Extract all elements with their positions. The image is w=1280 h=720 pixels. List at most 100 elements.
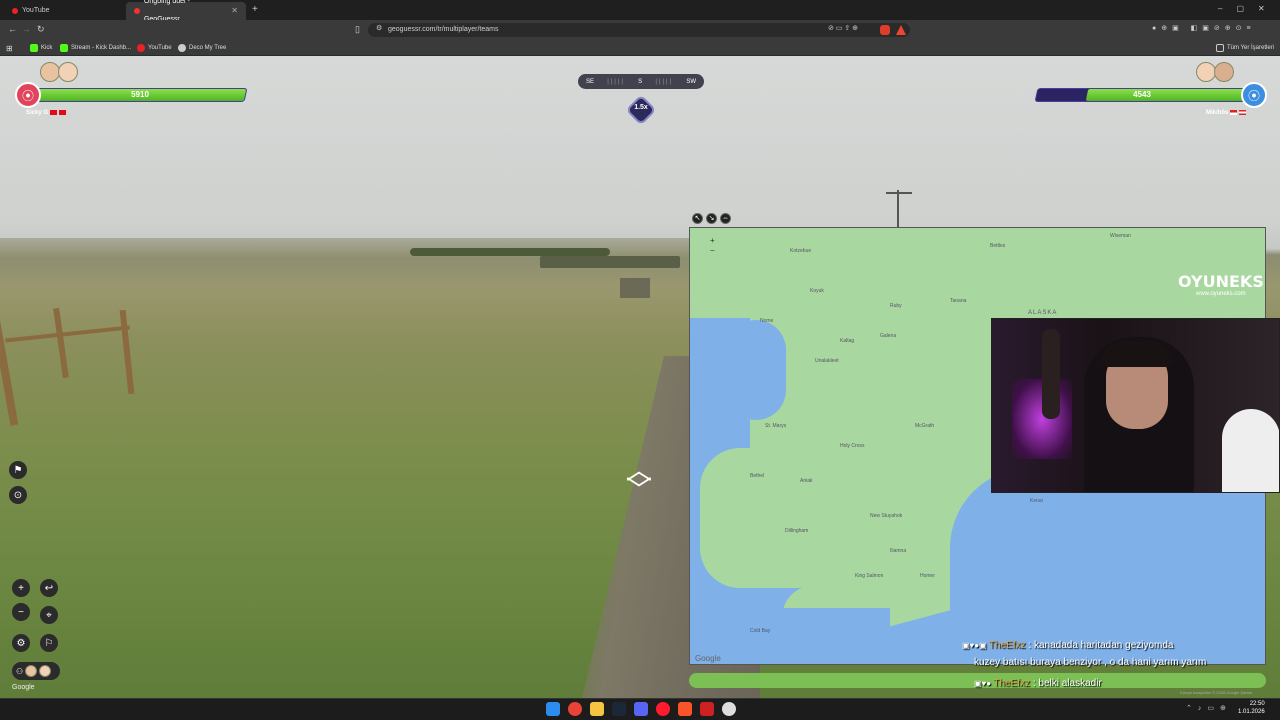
distant-buildings (540, 256, 680, 268)
brave-shield-icon[interactable] (880, 25, 890, 35)
map-label: Nome (760, 318, 774, 324)
map-zoom-out[interactable]: − (710, 246, 715, 255)
map-label: Kotzebue (790, 248, 812, 254)
bookmark-label: Tüm Yer İşaretleri (1227, 45, 1275, 51)
turkey-flag-icon (50, 110, 58, 115)
map-label: Bethel (750, 473, 765, 479)
site-info-icon[interactable]: ⚙ (376, 24, 382, 32)
extension-toolbar-icons[interactable]: ●⊕▣ ◧▣⊘⊕⊙≡ (1152, 24, 1256, 32)
bookmark-youtube[interactable]: YouTube (137, 42, 172, 54)
team-name: Sicky G (26, 110, 49, 117)
reload-icon[interactable]: ↻ (37, 24, 45, 35)
chat-text: : belki alaskadir (1030, 678, 1102, 689)
opera-icon[interactable] (656, 702, 670, 716)
streamer-hair (1102, 341, 1172, 367)
discord-icon[interactable] (634, 702, 648, 716)
steam-icon[interactable] (612, 702, 626, 716)
map-expand-icon[interactable]: ↘ (706, 213, 717, 224)
compass: SE ||||| S ||||| SW (578, 74, 704, 89)
bookmark-icon[interactable]: ▯ (355, 24, 360, 35)
team-left-name: Sicky G (26, 110, 67, 117)
windows-start-icon[interactable] (546, 702, 560, 716)
app-icon[interactable] (722, 702, 736, 716)
map-label: New Stuyahok (870, 513, 903, 519)
back-icon[interactable]: ← (8, 24, 17, 34)
team-right-score: 4543 (1133, 90, 1151, 99)
kick-icon (30, 44, 38, 52)
avatar (1214, 62, 1234, 82)
clock[interactable]: 22:50 1.01.2026 (1238, 700, 1265, 716)
map-label: Ruby (890, 303, 902, 309)
team-left-pin-icon: ⦿ (15, 82, 41, 108)
file-explorer-icon[interactable] (590, 702, 604, 716)
compass-label: S (638, 78, 643, 85)
team-chat-toggle[interactable]: ⚇ (12, 662, 60, 680)
map-zoom-in[interactable]: + (710, 236, 715, 245)
report-icon[interactable]: ⚑ (9, 461, 27, 479)
fence-rail (5, 325, 130, 343)
forward-icon[interactable]: → (22, 24, 31, 34)
globe-icon (178, 44, 186, 52)
chat-message: kuzey batısı buraya benziyor , o da hani… (974, 657, 1206, 668)
bookmark-kick-dashboard[interactable]: Stream - Kick Dashb... (60, 42, 131, 54)
shed (620, 278, 650, 298)
window-controls[interactable]: –▢✕ (1218, 4, 1279, 13)
norton-sound (726, 320, 786, 420)
map-label: King Salmon (855, 573, 884, 579)
apps-icon[interactable]: ⊞ (6, 42, 13, 54)
flag-icon[interactable]: ⚐ (40, 634, 58, 652)
tab-geoguessr[interactable]: Ongoing duel - GeoGuessr ✕ (126, 0, 246, 23)
team-right-name: Mik/bös (1206, 110, 1247, 116)
map-footer: Klavye kısayolları © 2026 Google Şartlar (1180, 690, 1253, 695)
flag-icon (1230, 110, 1238, 115)
utility-pole-arm (886, 192, 912, 194)
team-right-health-bar: 4543 (1034, 88, 1250, 102)
bookmark-kick[interactable]: Kick (30, 42, 52, 54)
google-watermark: Google (12, 684, 35, 691)
zoom-in-button[interactable]: + (12, 579, 30, 597)
sponsor-logo-text: OYUNEKS (1178, 272, 1264, 291)
settings-gear-icon[interactable]: ⚙ (12, 634, 30, 652)
system-tray-icons[interactable]: ⌃♪▭⊕ (1186, 704, 1232, 712)
return-to-start-icon[interactable]: ⌖ (40, 606, 58, 624)
move-arrows-icon[interactable]: ︿ ﹀ (614, 457, 664, 510)
tab-youtube[interactable]: YouTube (4, 2, 122, 20)
bookmark-deco-my-tree[interactable]: Deco My Tree (178, 42, 226, 54)
new-tab-button[interactable]: + (252, 4, 258, 15)
map-label: Wiseman (1110, 233, 1131, 239)
map-shrink-icon[interactable]: ↖ (692, 213, 703, 224)
undo-move-button[interactable]: ↩ (40, 579, 58, 597)
youtube-icon (12, 8, 18, 14)
flag-icon (1239, 110, 1247, 115)
chat-username: TheEfxz (993, 678, 1031, 689)
map-size-controls: ↖ ↘ ⇔ (692, 213, 731, 224)
avatar (58, 62, 78, 82)
chrome-icon[interactable] (568, 702, 582, 716)
close-tab-icon[interactable]: ✕ (231, 2, 238, 20)
tree-line (410, 248, 610, 256)
map-label: Unalakleet (815, 358, 839, 364)
map-pin-icon[interactable]: ⇔ (720, 213, 731, 224)
bookmark-label: YouTube (148, 45, 172, 51)
chat-message: ▣♥● TheEfxz : belki alaskadir (974, 678, 1102, 689)
region-label: ALASKA (1028, 310, 1058, 316)
clock-time: 22:50 (1249, 701, 1265, 707)
all-bookmarks[interactable]: Tüm Yer İşaretleri (1216, 42, 1274, 54)
map-label: McGrath (915, 423, 935, 429)
folder-icon (1216, 44, 1224, 52)
compass-label: SE (586, 78, 595, 85)
map-label: Kaltag (840, 338, 855, 344)
sponsor-url: www.oyuneks.com (1196, 291, 1246, 297)
zoom-out-button[interactable]: − (12, 603, 30, 621)
fence-post (53, 307, 69, 379)
compass-reset-icon[interactable]: ⊙ (9, 486, 27, 504)
team-right-pin-icon: ⦿ (1241, 82, 1267, 108)
chat-badges: ▣♥● (974, 679, 994, 688)
map-google-watermark: Google (695, 654, 721, 663)
team-right-avatars (1196, 62, 1234, 82)
extensions-icons[interactable]: ⊘ ▭ ⇪ ⊕ (828, 24, 858, 32)
brave-icon[interactable] (678, 702, 692, 716)
app-icon[interactable] (700, 702, 714, 716)
guitar (1042, 329, 1060, 419)
compass-ticks: ||||| (655, 78, 674, 85)
